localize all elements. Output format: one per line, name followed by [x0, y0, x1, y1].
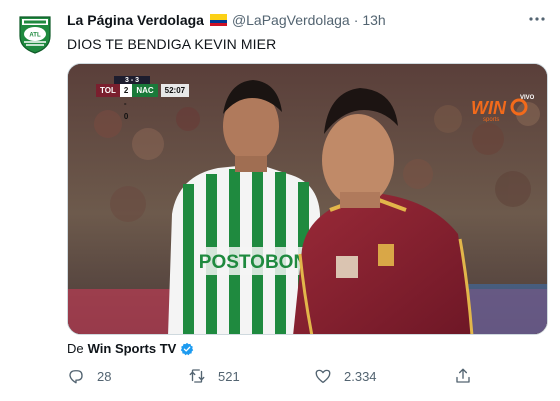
retweet-count: 521 [218, 368, 240, 384]
reply-button[interactable]: 28 [67, 366, 111, 386]
source-link[interactable]: Win Sports TV [88, 341, 177, 356]
match-score: 2 - 0 [119, 84, 133, 121]
tweet-media-image[interactable]: POSTOBON VIVO 3 - 3 TOL 2 - 0 NAC 52:07 … [67, 63, 548, 335]
share-icon [456, 368, 470, 383]
source-prefix: De [67, 341, 84, 356]
away-team: NAC [132, 84, 158, 97]
retweet-button[interactable]: 521 [188, 366, 240, 386]
more-options-icon[interactable] [528, 12, 546, 26]
author-name[interactable]: La Página Verdolaga [67, 12, 204, 28]
heart-icon [315, 369, 331, 384]
retweet-icon [189, 369, 205, 383]
separator-dot: · [353, 12, 359, 28]
reply-icon [69, 370, 83, 384]
reply-count: 28 [97, 368, 112, 384]
verified-badge-icon [181, 342, 194, 355]
match-clock: 52:07 [160, 84, 190, 97]
share-button[interactable] [454, 366, 472, 386]
avatar[interactable]: ATL [12, 10, 58, 56]
tweet-text: DIOS TE BENDIGA KEVIN MIER [67, 36, 277, 52]
verdolaga-crest-icon: ATL [19, 16, 51, 54]
broadcaster-logo-icon: WIN sports [471, 98, 528, 122]
like-button[interactable]: 2.334 [314, 366, 377, 386]
media-source: De Win Sports TV [67, 341, 194, 356]
tweet-timestamp[interactable]: 13h [362, 12, 385, 28]
home-team: TOL [96, 84, 120, 97]
colombia-flag-icon [209, 14, 227, 26]
broadcaster-logo-text: WIN [471, 98, 507, 118]
like-count: 2.334 [344, 368, 377, 384]
tweet-actions: 28 521 2.334 [67, 366, 487, 386]
svg-text:ATL: ATL [29, 33, 41, 39]
tweet-card[interactable]: ATL La Página Verdolaga @LaPagVerdolaga … [0, 0, 560, 401]
tweet-header: La Página Verdolaga @LaPagVerdolaga · 13… [67, 10, 386, 30]
broadcaster-logo-small-text: sports [483, 117, 499, 122]
shirt-sponsor-text: POSTOBON [199, 252, 307, 273]
author-handle[interactable]: @LaPagVerdolaga [232, 12, 350, 28]
